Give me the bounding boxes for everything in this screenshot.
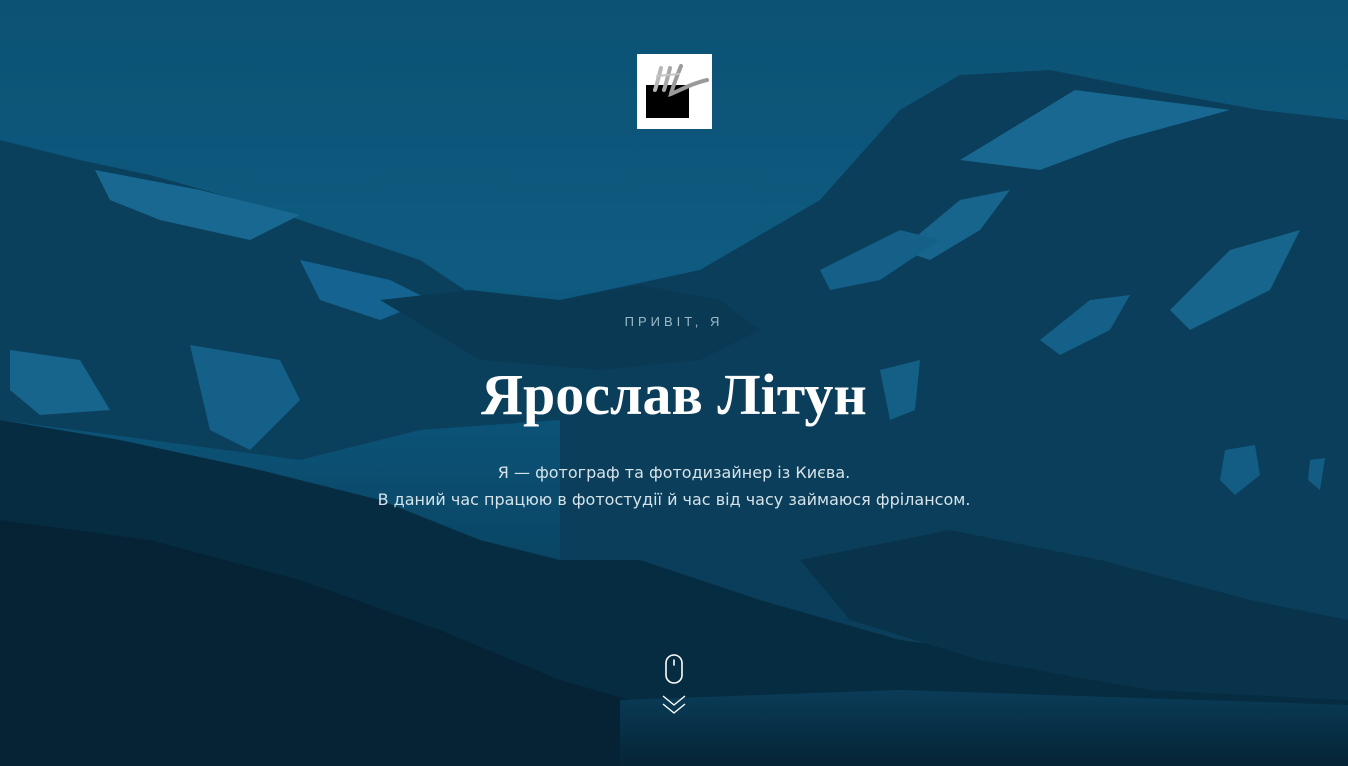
- page-title: Ярослав Літун: [481, 362, 867, 427]
- greeting-text: привіт, я: [624, 314, 724, 329]
- scroll-down-button[interactable]: [654, 654, 694, 720]
- hero-section: привіт, я Ярослав Літун Я — фотограф та …: [0, 0, 1348, 766]
- bio-line-2: В даний час працюю в фотостудії й час ві…: [377, 490, 971, 509]
- double-chevron-down-icon: [662, 695, 686, 714]
- site-logo[interactable]: [637, 54, 712, 129]
- mouse-icon: [665, 654, 683, 684]
- monogram-logo-icon: [646, 64, 709, 118]
- bio-line-1: Я — фотограф та фотодизайнер із Києва.: [497, 463, 851, 482]
- bio-text: Я — фотограф та фотодизайнер із Києва. В…: [0, 459, 1348, 513]
